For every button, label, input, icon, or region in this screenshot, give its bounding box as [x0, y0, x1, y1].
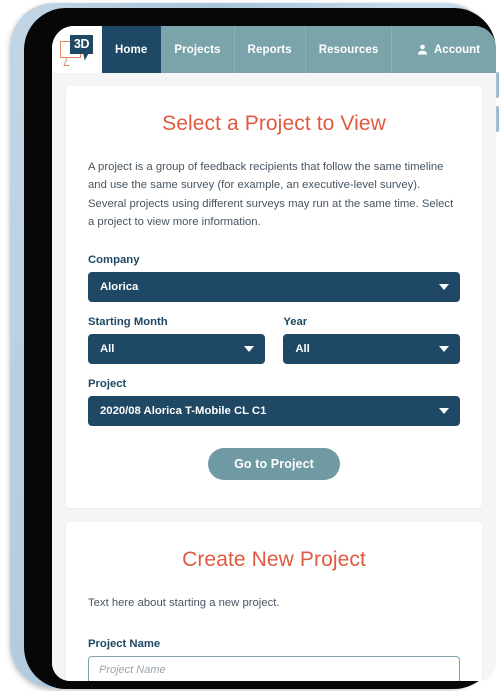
tablet-outer-frame: 3D Home Projects Reports Resources Accou… [10, 3, 499, 689]
select-project-title: Select a Project to View [162, 112, 386, 135]
new-project-name-label: Project Name [88, 638, 161, 651]
nav-tab-home-label: Home [115, 43, 148, 56]
user-icon [417, 44, 428, 55]
year-select-value: All [295, 343, 310, 356]
page-scroll-area[interactable]: 3D Home Projects Reports Resources Accou… [52, 26, 496, 681]
logo-text: 3D [73, 36, 90, 51]
chevron-down-icon [439, 346, 449, 353]
create-project-title: Create New Project [182, 548, 366, 572]
submit-row: Go to Project [88, 448, 460, 481]
select-project-description: A project is a group of feedback recipie… [88, 161, 454, 228]
create-project-card: Create New Project Text here about start… [66, 522, 482, 681]
project-label: Project [88, 378, 127, 391]
nav-spacer [392, 26, 407, 73]
go-to-project-button[interactable]: Go to Project [208, 448, 340, 481]
chevron-down-icon [439, 284, 449, 291]
company-select[interactable]: Alorica [88, 272, 460, 303]
nav-tab-resources-label: Resources [318, 43, 379, 56]
page-body: Select a Project to View A project is a … [52, 86, 496, 681]
project-select[interactable]: 2020/08 Alorica T-Mobile CL C1 [88, 396, 460, 427]
project-field: Project 2020/08 Alorica T-Mobile CL C1 [88, 378, 460, 427]
starting-month-select[interactable]: All [88, 334, 265, 365]
nav-tab-projects[interactable]: Projects [161, 26, 235, 73]
nav-tab-projects-label: Projects [174, 43, 221, 56]
account-menu[interactable]: Account [407, 26, 496, 73]
month-year-row: Starting Month All Year All [88, 316, 460, 365]
speech-bubble-logo-icon: 3D [60, 34, 94, 66]
project-select-value: 2020/08 Alorica T-Mobile CL C1 [100, 405, 267, 418]
project-name-input[interactable] [88, 656, 460, 681]
starting-month-select-value: All [100, 343, 115, 356]
tablet-bezel: 3D Home Projects Reports Resources Accou… [24, 8, 499, 689]
create-project-description: Text here about starting a new project. [88, 597, 280, 610]
new-project-name-field: Project Name [88, 638, 460, 681]
nav-tab-home[interactable]: Home [102, 26, 162, 73]
device-stage: 3D Home Projects Reports Resources Accou… [0, 0, 500, 691]
account-label: Account [434, 43, 480, 56]
company-select-value: Alorica [100, 281, 139, 294]
tablet-screen: 3D Home Projects Reports Resources Accou… [52, 26, 496, 681]
starting-month-field: Starting Month All [88, 316, 265, 365]
company-label: Company [88, 254, 140, 267]
year-select[interactable]: All [283, 334, 460, 365]
year-field: Year All [283, 316, 460, 365]
chevron-down-icon [243, 346, 254, 353]
top-navigation-bar: 3D Home Projects Reports Resources Accou… [52, 26, 496, 73]
nav-tab-reports-label: Reports [247, 43, 292, 56]
starting-month-label: Starting Month [88, 316, 168, 329]
filled-bubble-icon: 3D [70, 34, 93, 54]
select-project-card: Select a Project to View A project is a … [66, 86, 482, 509]
chevron-down-icon [439, 408, 449, 415]
year-label: Year [283, 316, 308, 329]
company-field: Company Alorica [88, 254, 460, 303]
brand-logo[interactable]: 3D [52, 26, 102, 73]
nav-tab-reports[interactable]: Reports [234, 26, 306, 73]
nav-tab-resources[interactable]: Resources [305, 26, 393, 73]
